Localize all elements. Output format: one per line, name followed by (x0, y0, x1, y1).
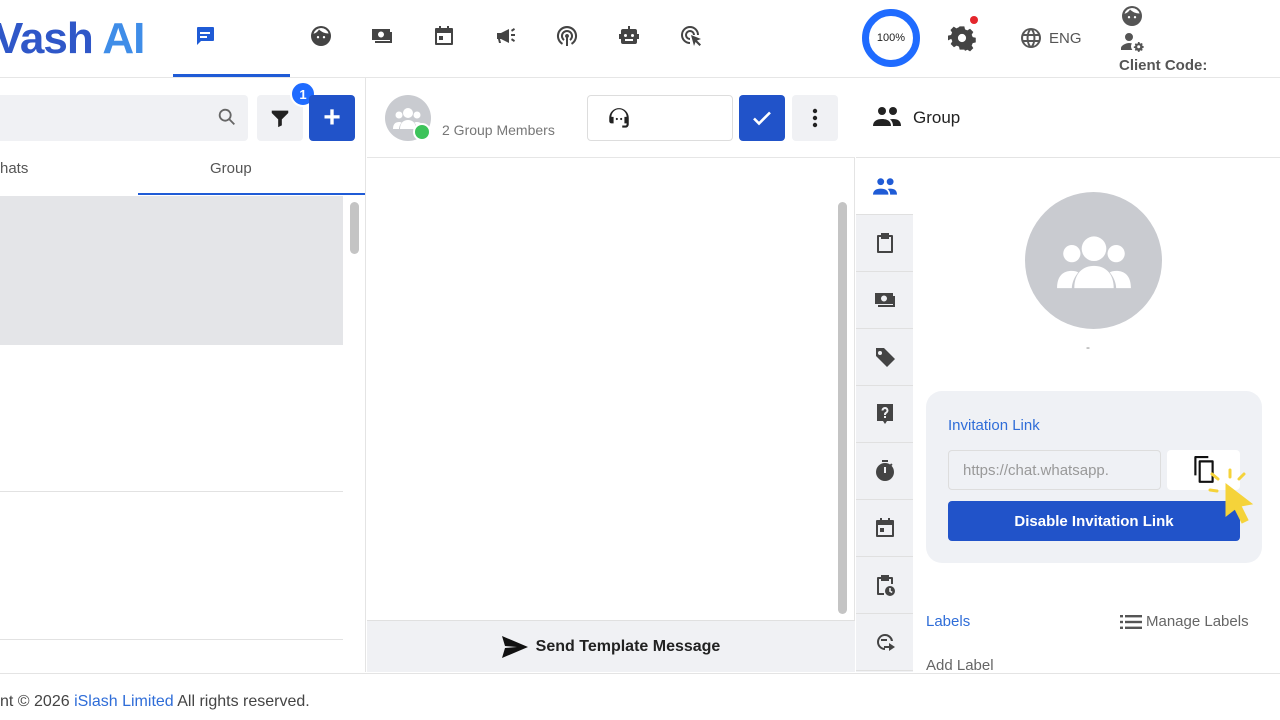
labels-heading: Labels (926, 613, 971, 630)
check-icon (753, 111, 771, 126)
search-input[interactable] (0, 95, 248, 141)
clipboard-icon (876, 233, 893, 253)
send-template-label: Send Template Message (535, 637, 721, 655)
group-people-icon (872, 178, 897, 195)
footer-copyright: nt © 2026 iSlash Limited All rights rese… (0, 693, 310, 711)
chat-list-panel (0, 78, 366, 672)
stopwatch-icon (875, 460, 894, 481)
user-settings-icon[interactable] (1120, 30, 1144, 54)
resolve-check-button[interactable] (739, 95, 785, 141)
app-logo[interactable]: Vash AI (0, 14, 145, 64)
money-icon[interactable] (368, 22, 396, 50)
list-icon (1120, 614, 1142, 629)
rail-item-calendar[interactable] (856, 500, 913, 557)
language-label: ENG (1049, 29, 1082, 47)
support-agent-icon (609, 108, 629, 128)
manage-labels-link[interactable]: Manage Labels (1120, 613, 1249, 630)
settings-gear-icon[interactable] (948, 24, 976, 52)
footer-suffix: All rights reserved. (177, 693, 310, 710)
filter-icon (271, 110, 289, 128)
tag-icon (874, 348, 895, 367)
globe-icon (1021, 28, 1041, 48)
group-profile-avatar[interactable] (1025, 192, 1162, 329)
list-divider (0, 639, 343, 640)
footer-company-link[interactable]: iSlash Limited (74, 693, 174, 710)
rail-item-tags[interactable] (856, 329, 913, 386)
broadcast-icon[interactable] (553, 22, 581, 50)
group-name: - (1086, 340, 1090, 354)
tab-chats[interactable]: hats (0, 160, 28, 177)
user-face-icon[interactable] (1120, 4, 1144, 28)
rail-item-questions[interactable] (856, 386, 913, 443)
add-chat-button[interactable]: + (309, 95, 355, 141)
group-people-icon (1056, 235, 1131, 288)
group-members-count: 2 Group Members (442, 122, 555, 138)
progress-label: 100% (876, 32, 906, 44)
question-icon (876, 404, 893, 424)
robot-icon[interactable] (615, 22, 643, 50)
whatsapp-icon (413, 123, 431, 141)
language-selector[interactable]: ENG (1019, 26, 1082, 50)
nav-active-indicator (173, 74, 290, 77)
cursor-click-icon[interactable] (677, 22, 705, 50)
tab-group[interactable]: Group (210, 160, 252, 177)
list-divider (0, 491, 343, 492)
tab-active-indicator (138, 193, 365, 195)
rail-item-history[interactable] (856, 557, 913, 614)
rail-item-timer[interactable] (856, 443, 913, 500)
money-icon (874, 293, 895, 307)
kebab-menu-icon (812, 108, 818, 128)
rail-item-group[interactable] (856, 158, 913, 215)
client-code-label: Client Code: (1119, 57, 1208, 74)
clipboard-clock-icon (876, 575, 895, 596)
send-icon (501, 635, 528, 658)
pointer-cursor-icon (1208, 468, 1254, 524)
face-icon[interactable] (307, 22, 335, 50)
message-area (367, 158, 855, 620)
progress-ring[interactable]: 100% (862, 9, 920, 67)
list-scrollbar[interactable] (350, 202, 359, 254)
calendar-icon (875, 518, 894, 537)
rail-item-payments[interactable] (856, 272, 913, 329)
chat-icon[interactable] (191, 22, 219, 50)
invitation-link-field[interactable]: https://chat.whatsapp. (948, 450, 1161, 490)
logo-text-2: AI (102, 14, 145, 63)
search-icon[interactable] (216, 106, 238, 128)
manage-labels-label: Manage Labels (1146, 613, 1249, 630)
group-people-icon (873, 107, 901, 126)
megaphone-icon[interactable] (492, 22, 520, 50)
footer-prefix: nt © 2026 (0, 693, 70, 710)
invitation-link-label: Invitation Link (948, 417, 1040, 434)
list-item-selected[interactable] (0, 196, 343, 345)
logo-text-1: Vash (0, 14, 94, 63)
rail-item-notes[interactable] (856, 215, 913, 272)
add-label-button[interactable]: Add Label (926, 657, 994, 674)
calendar-icon[interactable] (430, 22, 458, 50)
send-template-button[interactable]: Send Template Message (367, 620, 855, 672)
transfer-icon (876, 633, 895, 651)
disable-invitation-button[interactable]: Disable Invitation Link (948, 501, 1240, 541)
notification-dot (970, 16, 978, 24)
details-title: Group (913, 108, 961, 127)
message-scrollbar[interactable] (838, 202, 847, 614)
rail-item-transfer[interactable] (856, 614, 913, 671)
more-options-button[interactable] (792, 95, 838, 141)
